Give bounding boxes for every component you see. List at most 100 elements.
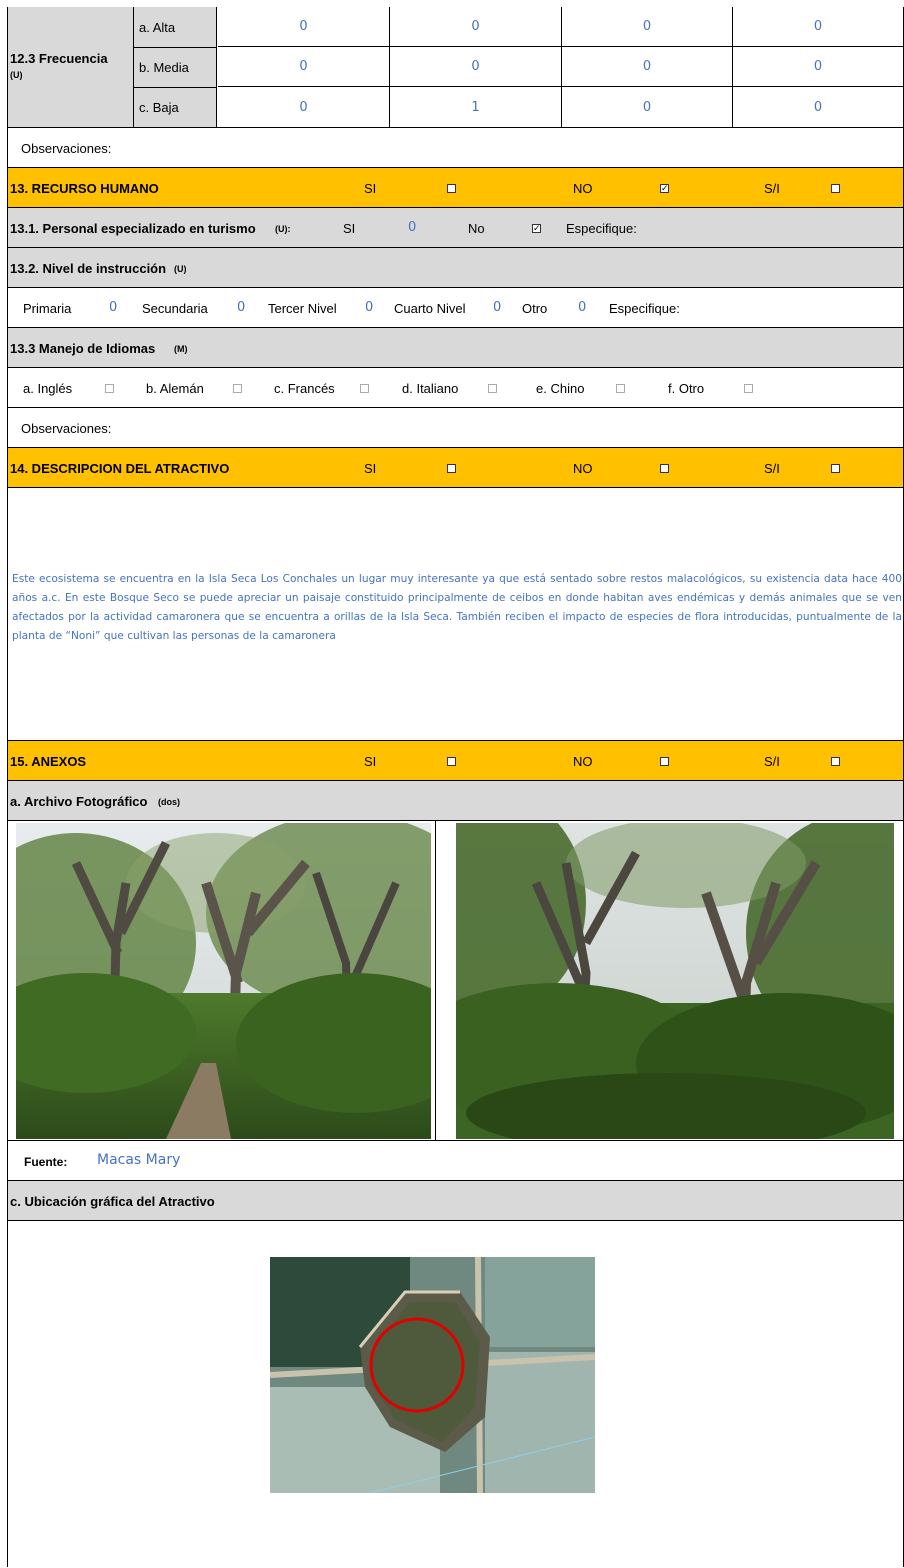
si-label: SI <box>364 461 377 476</box>
language-checkbox[interactable] <box>488 384 497 393</box>
photo-archive-label: a. Archivo Fotográfico <box>10 794 148 809</box>
education-level-value: 0 <box>237 300 246 315</box>
section-14-header: 14. DESCRIPCION DEL ATRACTIVO SI NO S/I <box>8 448 903 488</box>
language-checkbox[interactable] <box>105 384 114 393</box>
frequency-row-label: c. Baja <box>139 100 179 115</box>
frequency-cell: 0 <box>733 7 903 47</box>
frequency-cell: 0 <box>218 47 390 87</box>
staff-si-label: SI <box>343 221 356 236</box>
frequency-cell: 0 <box>562 7 733 47</box>
frequency-table: 12.3 Frecuencia (U) a. Alta b. Media c. … <box>8 7 903 128</box>
languages-header: 13.3 Manejo de Idiomas (M) <box>8 328 903 368</box>
source-label: Fuente: <box>24 1155 68 1169</box>
education-level-value: 0 <box>493 300 502 315</box>
sn-label: S/I <box>764 754 780 769</box>
frequency-cell: 1 <box>390 87 562 127</box>
location-label: c. Ubicación gráfica del Atractivo <box>10 1194 215 1209</box>
si-checkbox[interactable] <box>447 757 456 766</box>
language-label: c. Francés <box>274 381 335 396</box>
forest-path-photo <box>16 823 431 1139</box>
frequency-qualifier: (U) <box>10 70 23 80</box>
source-row: Fuente: Macas Mary <box>8 1141 903 1181</box>
frequency-cell: 0 <box>390 47 562 87</box>
forest-canopy-photo <box>456 823 894 1139</box>
description-cell: Este ecosistema se encuentra en la Isla … <box>8 488 903 741</box>
photo-archive-header: a. Archivo Fotográfico (dos) <box>8 781 903 821</box>
inventory-form: 12.3 Frecuencia (U) a. Alta b. Media c. … <box>7 7 904 1567</box>
education-levels-row: Primaria 0 Secundaria 0 Tercer Nivel 0 C… <box>8 288 903 328</box>
education-level-value: 0 <box>365 300 374 315</box>
location-header: c. Ubicación gráfica del Atractivo <box>8 1181 903 1221</box>
languages-row: a. Inglés b. Alemán c. Francés d. Italia… <box>8 368 903 408</box>
section-14-title: 14. DESCRIPCION DEL ATRACTIVO <box>10 461 230 476</box>
sn-checkbox[interactable] <box>831 757 840 766</box>
sn-checkbox[interactable] <box>831 184 840 193</box>
education-specify-label: Especifique: <box>609 301 680 316</box>
observations-label: Observaciones: <box>21 141 112 156</box>
section-13-title: 13. RECURSO HUMANO <box>10 181 159 196</box>
frequency-cell: 0 <box>390 7 562 47</box>
frequency-cell: 0 <box>562 47 733 87</box>
education-level-label: Primaria <box>23 301 72 316</box>
no-label: NO <box>573 181 593 196</box>
no-checkbox[interactable] <box>660 464 669 473</box>
no-label: NO <box>573 461 593 476</box>
education-label: 13.2. Nivel de instrucción <box>10 261 167 276</box>
language-checkbox[interactable] <box>360 384 369 393</box>
sn-label: S/I <box>764 461 780 476</box>
education-header: 13.2. Nivel de instrucción (U) <box>8 248 903 288</box>
photo-archive-qualifier: (dos) <box>158 797 180 807</box>
observations-label: Observaciones: <box>21 421 112 436</box>
education-level-value: 0 <box>578 300 587 315</box>
source-value: Macas Mary <box>97 1152 181 1168</box>
section-13-header: 13. RECURSO HUMANO SI NO ✓ S/I <box>8 168 903 208</box>
frequency-cell: 0 <box>733 47 903 87</box>
staff-specify-label: Especifique: <box>566 221 637 236</box>
no-checkbox-checked[interactable]: ✓ <box>660 184 669 193</box>
frequency-title: 12.3 Frecuencia <box>10 51 108 66</box>
photos-row <box>8 821 903 1141</box>
language-label: e. Chino <box>536 381 585 396</box>
no-checkbox[interactable] <box>660 757 669 766</box>
sn-label: S/I <box>764 181 780 196</box>
education-level-label: Cuarto Nivel <box>394 301 466 316</box>
location-map-cell <box>8 1221 903 1567</box>
languages-qualifier: (M) <box>174 344 188 354</box>
language-checkbox[interactable] <box>616 384 625 393</box>
frequency-cell: 0 <box>218 87 390 127</box>
staff-label: 13.1. Personal especializado en turismo <box>10 221 256 236</box>
satellite-map-image <box>270 1257 595 1493</box>
staff-no-checkbox-checked[interactable]: ✓ <box>532 224 541 233</box>
staff-si-value: 0 <box>408 220 417 235</box>
language-label: b. Alemán <box>146 381 204 396</box>
language-checkbox[interactable] <box>744 384 753 393</box>
language-label: a. Inglés <box>23 381 73 396</box>
frequency-label-cell: 12.3 Frecuencia (U) a. Alta b. Media c. … <box>8 7 217 127</box>
staff-no-label: No <box>468 221 485 236</box>
observations-row: Observaciones: <box>8 128 903 168</box>
education-qualifier: (U) <box>174 264 187 274</box>
si-checkbox[interactable] <box>447 464 456 473</box>
education-level-label: Otro <box>522 301 548 316</box>
education-level-label: Tercer Nivel <box>268 301 337 316</box>
description-text: Este ecosistema se encuentra en la Isla … <box>12 573 902 642</box>
si-label: SI <box>364 181 377 196</box>
frequency-cell: 0 <box>813 99 823 115</box>
language-checkbox[interactable] <box>233 384 242 393</box>
si-checkbox[interactable] <box>447 184 456 193</box>
section-15-title: 15. ANEXOS <box>10 754 87 769</box>
frequency-cell: 0 <box>562 87 733 127</box>
language-label: f. Otro <box>668 381 705 396</box>
education-level-label: Secundaria <box>142 301 208 316</box>
si-label: SI <box>364 754 377 769</box>
staff-qualifier: (U): <box>275 224 291 234</box>
sn-checkbox[interactable] <box>831 464 840 473</box>
staff-row: 13.1. Personal especializado en turismo … <box>8 208 903 248</box>
education-level-value: 0 <box>109 300 118 315</box>
frequency-row-label: b. Media <box>139 60 189 75</box>
no-label: NO <box>573 754 593 769</box>
languages-label: 13.3 Manejo de Idiomas <box>10 341 156 356</box>
observations-row: Observaciones: <box>8 408 903 448</box>
frequency-cell: 0 <box>218 7 390 47</box>
section-15-header: 15. ANEXOS SI NO S/I <box>8 741 903 781</box>
